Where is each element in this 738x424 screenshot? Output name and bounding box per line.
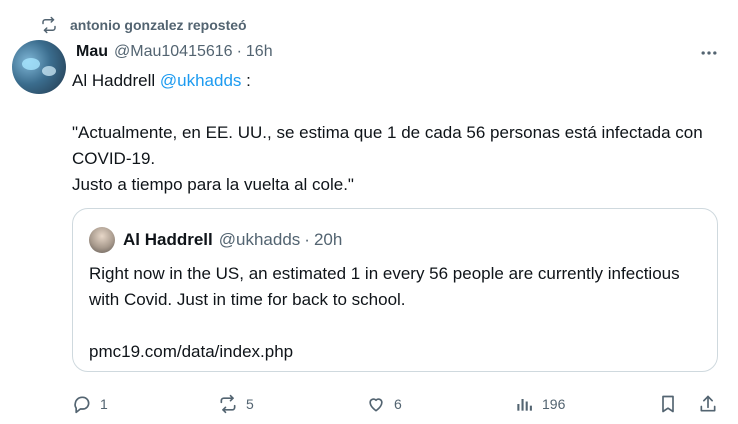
quoted-author-name[interactable]: Al Haddrell <box>123 230 213 250</box>
mention-link[interactable]: @ukhadds <box>160 71 242 90</box>
like-count: 6 <box>394 396 402 412</box>
author-handle[interactable]: @Mau10415616 <box>114 43 233 61</box>
reply-icon <box>74 396 90 414</box>
quoted-post-time[interactable]: 20h <box>314 230 342 250</box>
post-text-intro: Al Haddrell <box>72 71 160 90</box>
bookmark-button[interactable] <box>658 392 678 416</box>
quoted-post-text: Right now in the US, an estimated 1 in e… <box>89 264 680 361</box>
more-options-button[interactable] <box>698 44 720 62</box>
post-time[interactable]: 16h <box>246 43 273 61</box>
quoted-separator-dot: · <box>304 230 310 249</box>
bookmark-icon <box>662 395 674 413</box>
quoted-post[interactable]: Al Haddrell @ukhadds · 20h Right now in … <box>72 208 718 372</box>
quoted-avatar[interactable] <box>89 227 115 253</box>
separator-dot: · <box>236 43 242 60</box>
post-body: "Actualmente, en EE. UU., se estima que … <box>72 123 703 194</box>
repost-icon <box>220 394 236 414</box>
quoted-author-handle[interactable]: @ukhadds <box>219 230 301 250</box>
share-button[interactable] <box>698 392 718 416</box>
heart-icon <box>369 398 383 412</box>
views-button[interactable]: 196 <box>514 392 565 416</box>
quoted-post-header: Al Haddrell @ukhadds · 20h <box>89 227 342 253</box>
views-icon <box>517 399 532 411</box>
repost-icon <box>42 16 56 34</box>
post-text: Al Haddrell @ukhadds : "Actualmente, en … <box>72 68 722 198</box>
author-name[interactable]: Mau <box>76 43 108 61</box>
action-bar: 1 5 6 196 <box>72 392 722 416</box>
post-header: Mau @Mau10415616 · 16h <box>76 40 273 64</box>
reply-count: 1 <box>100 396 108 412</box>
more-icon <box>701 51 717 55</box>
repost-label[interactable]: antonio gonzalez reposteó <box>70 17 247 33</box>
avatar[interactable] <box>12 40 66 94</box>
repost-count: 5 <box>246 396 254 412</box>
reply-button[interactable]: 1 <box>72 392 108 416</box>
repost-header: antonio gonzalez reposteó <box>40 14 247 36</box>
repost-button[interactable]: 5 <box>218 392 254 416</box>
share-icon <box>700 395 716 412</box>
post-text-after-mention: : <box>241 71 251 90</box>
views-count: 196 <box>542 396 566 412</box>
like-button[interactable]: 6 <box>366 392 402 416</box>
